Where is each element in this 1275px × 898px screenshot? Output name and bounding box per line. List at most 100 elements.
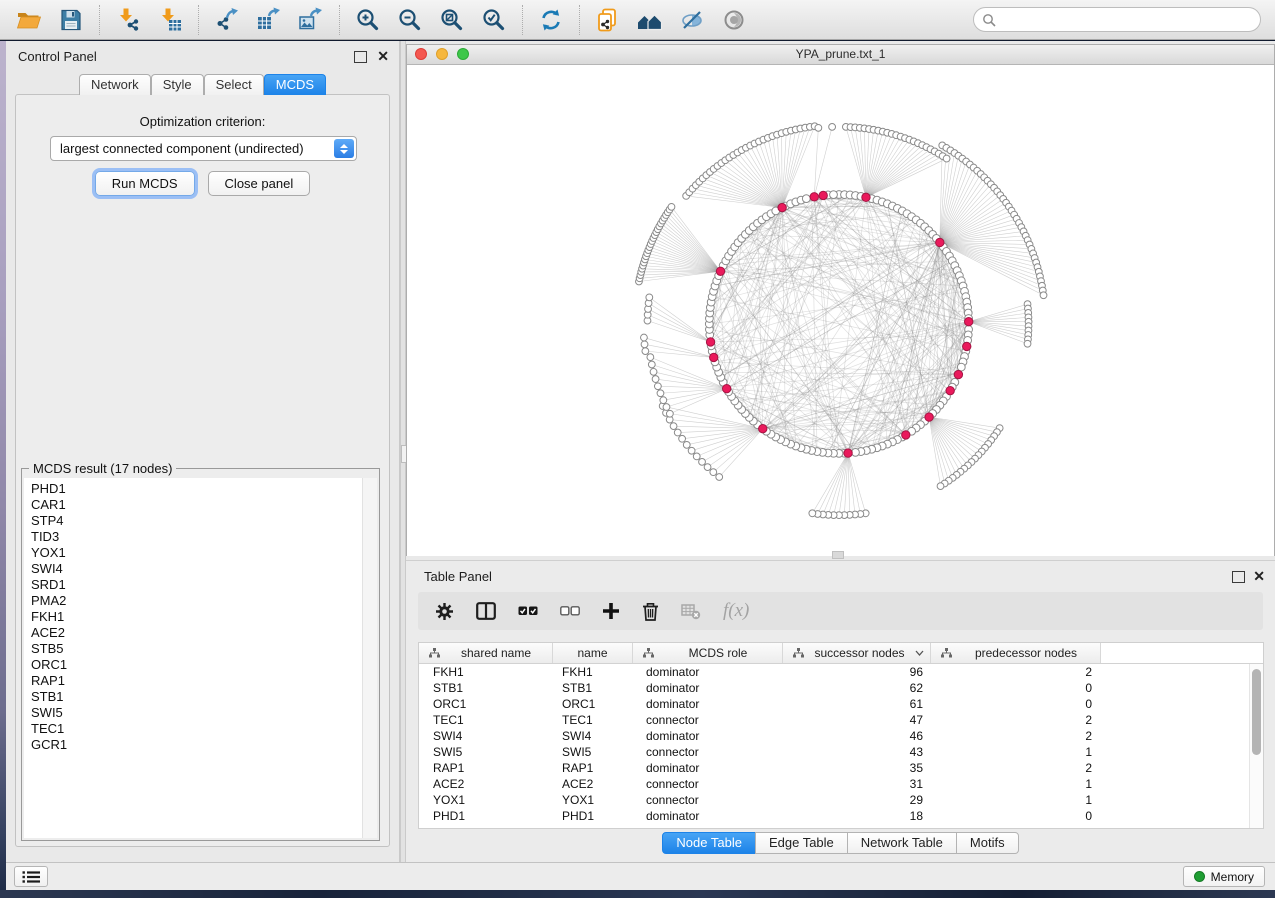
mcds-result-item[interactable]: STB5 — [31, 641, 377, 657]
delete-table-button[interactable] — [681, 602, 701, 620]
tab-style[interactable]: Style — [151, 74, 204, 95]
plus-icon — [602, 602, 620, 620]
table-row[interactable]: ORC1ORC1dominator610 — [419, 696, 1249, 712]
column-header-shared-name[interactable]: shared name — [419, 643, 553, 663]
delete-table-icon — [681, 602, 701, 620]
tab-select[interactable]: Select — [204, 74, 264, 95]
memory-button[interactable]: Memory — [1183, 866, 1265, 887]
refresh-layout-button[interactable] — [532, 4, 570, 36]
export-image-button[interactable] — [292, 4, 330, 36]
mcds-result-item[interactable]: STB1 — [31, 689, 377, 705]
delete-row-button[interactable] — [642, 602, 659, 621]
tab-mcds[interactable]: MCDS — [264, 74, 326, 95]
horizontal-splitter[interactable] — [832, 551, 844, 559]
control-panel-title: Control Panel — [18, 49, 97, 64]
criterion-select[interactable]: largest connected component (undirected) — [50, 136, 357, 161]
zoom-in-button[interactable] — [349, 4, 387, 36]
close-table-panel-icon[interactable]: ✕ — [1253, 570, 1265, 582]
deselect-all-button[interactable] — [560, 605, 580, 617]
column-header-predecessor-nodes[interactable]: predecessor nodes — [931, 643, 1101, 663]
mcds-result-item[interactable]: FKH1 — [31, 609, 377, 625]
mcds-result-item[interactable]: TID3 — [31, 529, 377, 545]
table-row[interactable]: RAP1RAP1dominator352 — [419, 760, 1249, 776]
import-table-button[interactable] — [151, 4, 189, 36]
mcds-result-list[interactable]: PHD1CAR1STP4TID3YOX1SWI4SRD1PMA2FKH1ACE2… — [24, 478, 377, 838]
toolbar-separator — [339, 5, 340, 35]
search-input[interactable] — [1001, 9, 1260, 31]
float-panel-icon[interactable] — [354, 51, 367, 63]
mcds-result-item[interactable]: ORC1 — [31, 657, 377, 673]
welcome-screen-button[interactable] — [631, 4, 669, 36]
column-header-mcds-role[interactable]: MCDS role — [633, 643, 783, 663]
export-network-button[interactable] — [208, 4, 246, 36]
show-columns-button[interactable] — [476, 602, 496, 620]
cell-successor-nodes: 47 — [783, 712, 931, 728]
add-row-button[interactable] — [602, 602, 620, 620]
table-settings-button[interactable] — [435, 602, 454, 621]
cell-shared-name: SWI4 — [419, 728, 553, 744]
zoom-out-icon — [397, 7, 423, 33]
table-panel: Table Panel ✕ f(x) shared name name MCDS… — [406, 560, 1275, 862]
result-list-scrollbar[interactable] — [362, 478, 377, 838]
table-row[interactable]: STB1STB1dominator620 — [419, 680, 1249, 696]
column-header-name[interactable]: name — [553, 643, 633, 663]
cell-successor-nodes: 62 — [783, 680, 931, 696]
tab-edge-table[interactable]: Edge Table — [755, 832, 848, 854]
mcds-result-item[interactable]: CAR1 — [31, 497, 377, 513]
table-row[interactable]: SWI4SWI4dominator462 — [419, 728, 1249, 744]
close-panel-icon[interactable]: ✕ — [377, 50, 389, 62]
mcds-result-item[interactable]: SWI5 — [31, 705, 377, 721]
cell-predecessor-nodes: 2 — [931, 712, 1101, 728]
network-canvas[interactable] — [407, 65, 1274, 556]
run-mcds-button[interactable]: Run MCDS — [95, 171, 195, 196]
mcds-result-item[interactable]: PMA2 — [31, 593, 377, 609]
float-table-panel-icon[interactable] — [1232, 571, 1245, 583]
table-row[interactable]: ACE2ACE2connector311 — [419, 776, 1249, 792]
zoom-fit-button[interactable] — [433, 4, 471, 36]
mcds-result-item[interactable]: GCR1 — [31, 737, 377, 753]
zoom-out-button[interactable] — [391, 4, 429, 36]
table-row[interactable]: TEC1TEC1connector472 — [419, 712, 1249, 728]
table-row[interactable]: YOX1YOX1connector291 — [419, 792, 1249, 808]
zoom-selected-button[interactable] — [475, 4, 513, 36]
cell-mcds-role: dominator — [633, 680, 783, 696]
panel-list-button[interactable] — [14, 866, 48, 887]
network-document-button[interactable] — [589, 4, 627, 36]
scrollbar-thumb[interactable] — [1252, 669, 1261, 755]
application-window: Control Panel ✕ Network Style Select MCD… — [0, 0, 1275, 898]
mcds-result-item[interactable]: SWI4 — [31, 561, 377, 577]
export-table-button[interactable] — [250, 4, 288, 36]
birds-eye-view-button[interactable] — [715, 4, 753, 36]
cell-shared-name: ACE2 — [419, 776, 553, 792]
table-row[interactable]: FKH1FKH1dominator962 — [419, 664, 1249, 680]
tab-network[interactable]: Network — [79, 74, 151, 95]
tab-motifs[interactable]: Motifs — [956, 832, 1019, 854]
export-network-icon — [214, 7, 240, 33]
table-row[interactable]: PHD1PHD1dominator180 — [419, 808, 1249, 824]
toggle-graphics-details-button[interactable] — [673, 4, 711, 36]
function-builder-button[interactable]: f(x) — [723, 600, 749, 622]
import-network-button[interactable] — [109, 4, 147, 36]
mcds-result-item[interactable]: YOX1 — [31, 545, 377, 561]
import-network-icon — [115, 7, 141, 33]
mcds-result-item[interactable]: RAP1 — [31, 673, 377, 689]
cell-predecessor-nodes: 1 — [931, 776, 1101, 792]
mcds-result-item[interactable]: SRD1 — [31, 577, 377, 593]
open-session-button[interactable] — [10, 4, 48, 36]
tab-node-table[interactable]: Node Table — [662, 832, 756, 854]
mcds-result-item[interactable]: PHD1 — [31, 481, 377, 497]
close-panel-button[interactable]: Close panel — [208, 171, 311, 196]
save-session-button[interactable] — [52, 4, 90, 36]
eye-icon — [721, 7, 747, 33]
cell-mcds-role: dominator — [633, 696, 783, 712]
mcds-result-item[interactable]: ACE2 — [31, 625, 377, 641]
mcds-result-item[interactable]: TEC1 — [31, 721, 377, 737]
network-window-title: YPA_prune.txt_1 — [407, 47, 1274, 61]
tab-network-table[interactable]: Network Table — [847, 832, 957, 854]
mcds-result-item[interactable]: STP4 — [31, 513, 377, 529]
table-scrollbar[interactable] — [1249, 664, 1263, 828]
column-header-successor-nodes[interactable]: successor nodes — [783, 643, 931, 663]
table-row[interactable]: SWI5SWI5connector431 — [419, 744, 1249, 760]
network-window-titlebar[interactable]: YPA_prune.txt_1 — [407, 45, 1274, 65]
select-all-button[interactable] — [518, 605, 538, 617]
